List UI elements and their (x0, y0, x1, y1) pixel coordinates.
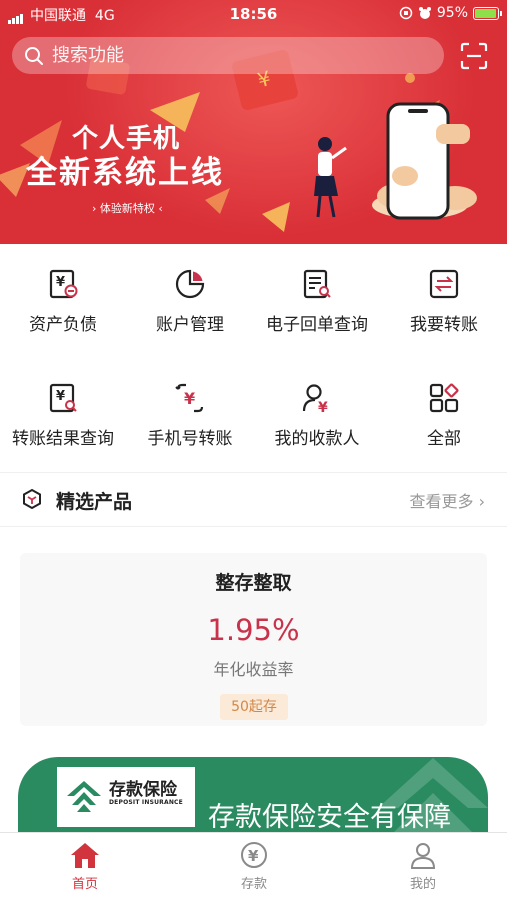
search-input[interactable] (52, 45, 412, 66)
tab-label: 首页 (71, 877, 98, 892)
feature-label: 账户管理 (156, 315, 224, 335)
svg-text:¥: ¥ (56, 275, 65, 290)
scan-icon[interactable] (460, 42, 488, 70)
feature-label: 我的收款人 (274, 429, 360, 449)
feature-label: 手机号转账 (147, 429, 233, 449)
receipt-search-icon (303, 269, 331, 299)
insurance-logo: 存款保险 DEPOSIT INSURANCE (57, 767, 195, 827)
svg-text:¥: ¥ (184, 389, 195, 408)
feature-transfer-result[interactable]: ¥ 转账结果查询 (0, 382, 126, 449)
feature-label: 电子回单查询 (266, 315, 368, 335)
featured-products-header: 精选产品 查看更多 › (0, 478, 507, 522)
tab-deposit[interactable]: ¥ 存款 (204, 841, 304, 892)
payee-icon: ¥ (302, 384, 328, 414)
rotation-lock-icon (399, 6, 413, 20)
tab-home[interactable]: 首页 (35, 841, 135, 892)
feature-account-management[interactable]: 账户管理 (127, 268, 253, 335)
bottom-tab-bar: 首页 ¥ 存款 我的 (0, 832, 507, 900)
promo-subtitle: › 体验新特权 ‹ (92, 202, 163, 215)
insurance-logo-icon (67, 781, 101, 812)
product-name: 整存整取 (215, 572, 292, 594)
feature-receipt-query[interactable]: 电子回单查询 (254, 268, 380, 335)
feature-my-payees[interactable]: ¥ 我的收款人 (254, 382, 380, 449)
section-title: 精选产品 (56, 491, 133, 513)
user-icon (410, 843, 436, 869)
alarm-icon (418, 7, 431, 19)
transfer-result-icon: ¥ (49, 383, 77, 413)
search-bar[interactable] (12, 37, 444, 74)
phone-transfer-icon: ¥ (175, 383, 204, 413)
feature-asset-liability[interactable]: ¥ 资产负债 (0, 268, 126, 335)
min-deposit-tag: 50起存 (220, 694, 288, 720)
yuan-circle-icon: ¥ (241, 842, 267, 868)
search-icon (25, 46, 43, 65)
feature-label: 资产负债 (29, 315, 97, 335)
cube-icon (23, 488, 41, 510)
feature-label: 全部 (427, 429, 461, 449)
tab-label: 存款 (240, 877, 267, 892)
feature-phone-transfer[interactable]: ¥ 手机号转账 (127, 382, 253, 449)
feature-transfer[interactable]: 我要转账 (381, 268, 507, 335)
pie-chart-icon (175, 269, 205, 299)
promo-title: 个人手机 全新系统上线 (26, 124, 224, 192)
promo-title-line2: 全新系统上线 (26, 155, 224, 192)
svg-text:¥: ¥ (248, 847, 259, 865)
tab-label: 我的 (409, 877, 436, 892)
status-bar: 中国联通 4G 18:56 95% (0, 0, 507, 30)
section-divider (0, 472, 507, 473)
home-icon (71, 843, 99, 868)
battery-percent: 95% (436, 5, 468, 21)
tab-mine[interactable]: 我的 (373, 841, 473, 892)
all-apps-icon (429, 383, 459, 413)
asset-liability-icon: ¥ (49, 269, 78, 299)
view-more-link[interactable]: 查看更多 › (410, 488, 486, 512)
insurance-logo-en: DEPOSIT INSURANCE (109, 799, 183, 806)
svg-text:¥: ¥ (318, 400, 328, 414)
transfer-icon (429, 269, 459, 299)
insurance-slogan: 存款保险安全有保障 (208, 802, 451, 833)
promo-title-line1: 个人手机 (72, 124, 181, 154)
svg-text:¥: ¥ (56, 389, 65, 404)
promo-banner[interactable]: ¥ 中国联通 4G 18:56 95% 搜索功能 个人手机 全新系统上线 › 体… (0, 0, 507, 244)
feature-all[interactable]: 全部 (381, 382, 507, 449)
feature-label: 转账结果查询 (12, 429, 114, 449)
deposit-insurance-banner[interactable]: 存款保险 DEPOSIT INSURANCE 存款保险安全有保障 (18, 757, 488, 837)
battery-icon (473, 6, 502, 20)
product-card[interactable]: 整存整取 1.95% 年化收益率 50起存 (20, 553, 487, 726)
product-rate-label: 年化收益率 (213, 660, 294, 679)
section-divider (0, 526, 507, 527)
feature-label: 我要转账 (410, 315, 478, 335)
product-rate: 1.95% (207, 613, 300, 647)
insurance-logo-name: 存款保险 (109, 780, 177, 800)
